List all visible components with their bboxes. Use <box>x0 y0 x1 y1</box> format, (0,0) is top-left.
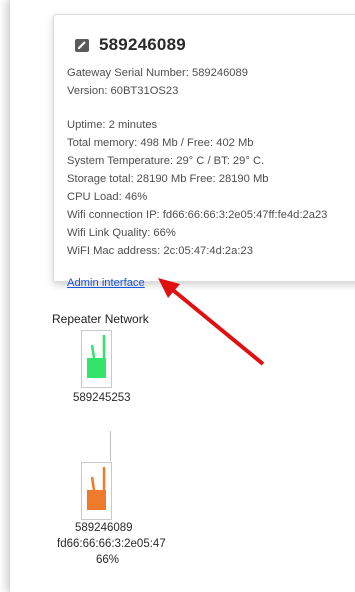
router-icon <box>87 335 106 378</box>
admin-interface-link[interactable]: Admin interface <box>67 277 145 289</box>
repeater-node-id: 589246089 <box>75 522 133 534</box>
router-icon <box>87 467 106 510</box>
gateway-wifi-mac: WiFI Mac address: 2c:05:47:4d:2a:23 <box>67 245 253 257</box>
gateway-storage: Storage total: 28190 Mb Free: 28190 Mb <box>67 173 269 185</box>
repeater-node-quality: 66% <box>96 554 120 566</box>
repeater-network-label: Repeater Network <box>52 312 149 326</box>
gateway-cpu-load: CPU Load: 46% <box>67 191 148 203</box>
repeater-node-ip: fd66:66:66:3:2e05:47ff:fe4d:2a23 <box>57 538 166 550</box>
annotation-arrow-icon <box>158 278 265 366</box>
network-connector <box>110 431 111 461</box>
gateway-wifi-quality: Wifi Link Quality: 66% <box>67 227 176 239</box>
gateway-serial-number: Gateway Serial Number: 589246089 <box>67 67 248 79</box>
repeater-node-id: 589245253 <box>73 392 131 404</box>
gateway-version: Version: 60BT31OS23 <box>67 85 179 97</box>
gateway-title-text: 589246089 <box>99 35 186 54</box>
gateway-wifi-ip: Wifi connection IP: fd66:66:66:3:2e05:47… <box>67 209 328 221</box>
gateway-info-card: 589246089 Gateway Serial Number: 5892460… <box>53 14 355 282</box>
tag-icon <box>74 37 91 54</box>
gateway-temperature: System Temperature: 29° C / BT: 29° C. <box>67 155 265 167</box>
gateway-memory: Total memory: 498 Mb / Free: 402 Mb <box>67 137 254 149</box>
repeater-node-589246089[interactable] <box>81 462 112 520</box>
repeater-node-589245253[interactable] <box>81 330 112 388</box>
gateway-uptime: Uptime: 2 minutes <box>67 119 158 131</box>
gateway-title: 589246089 <box>74 35 186 55</box>
